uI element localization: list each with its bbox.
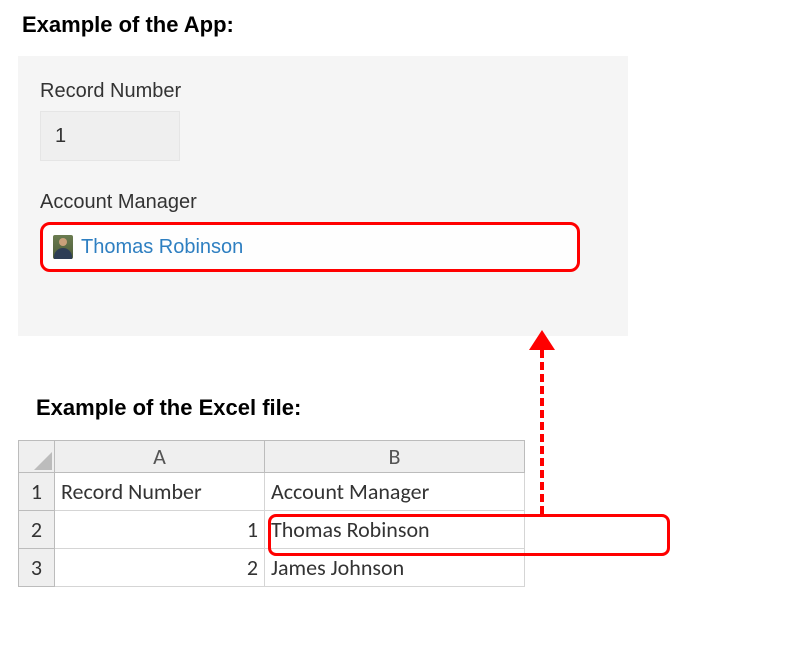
account-manager-label: Account Manager	[40, 191, 606, 214]
avatar-icon	[53, 235, 73, 259]
heading-app-example: Example of the App:	[22, 12, 234, 38]
record-number-label: Record Number	[40, 80, 606, 103]
excel-grid: A B 1 Record Number Account Manager 2 1 …	[18, 440, 525, 587]
row-header-2[interactable]: 2	[19, 511, 55, 549]
cell-b1[interactable]: Account Manager	[265, 473, 525, 511]
account-manager-name: Thomas Robinson	[81, 236, 243, 259]
col-header-b[interactable]: B	[265, 441, 525, 473]
excel-select-all-corner[interactable]	[19, 441, 55, 473]
app-form-panel: Record Number 1 Account Manager Thomas R…	[18, 56, 628, 336]
col-header-a[interactable]: A	[55, 441, 265, 473]
annotation-arrowhead-icon	[529, 330, 555, 350]
cell-b2[interactable]: Thomas Robinson	[265, 511, 525, 549]
cell-a3[interactable]: 2	[55, 549, 265, 587]
annotation-arrow-icon	[540, 338, 544, 514]
cell-a2[interactable]: 1	[55, 511, 265, 549]
heading-excel-example: Example of the Excel file:	[36, 395, 301, 421]
cell-b3[interactable]: James Johnson	[265, 549, 525, 587]
account-manager-user-box: Thomas Robinson	[40, 222, 580, 272]
row-header-3[interactable]: 3	[19, 549, 55, 587]
cell-a1[interactable]: Record Number	[55, 473, 265, 511]
record-number-value: 1	[40, 111, 180, 161]
row-header-1[interactable]: 1	[19, 473, 55, 511]
